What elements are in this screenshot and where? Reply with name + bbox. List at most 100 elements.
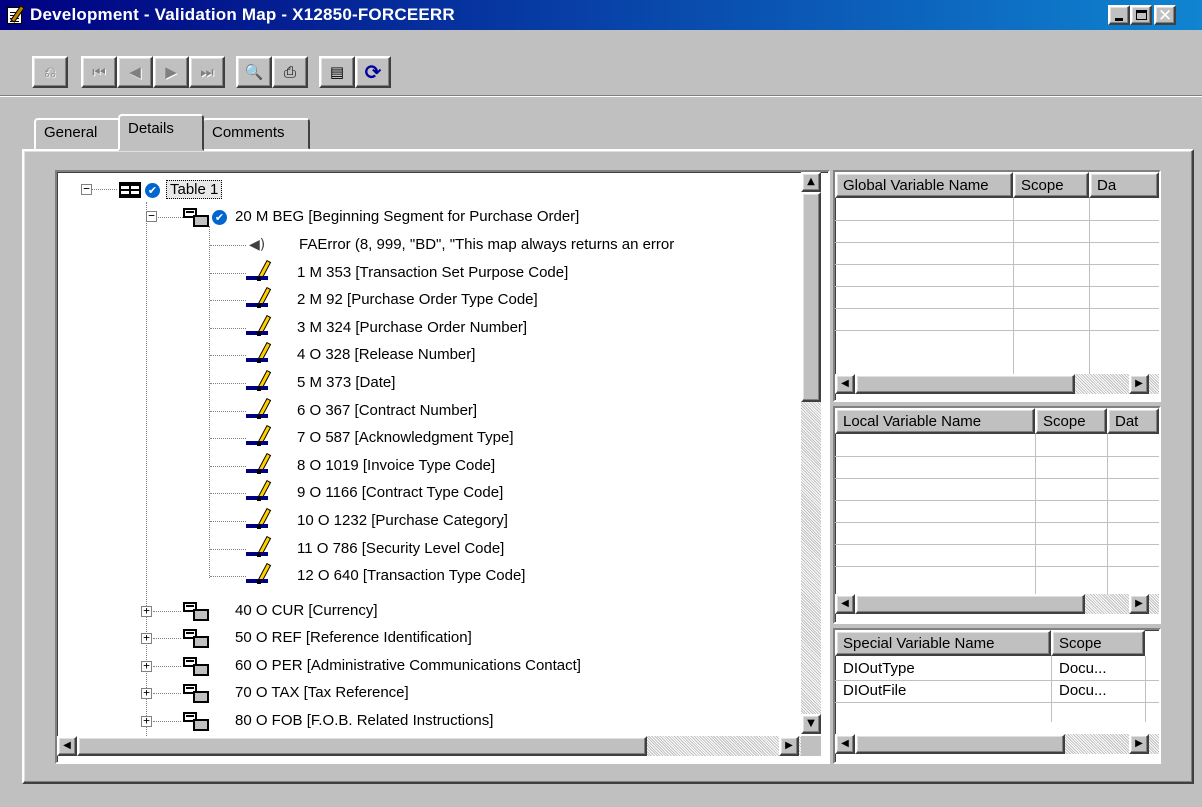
close-button[interactable]: ✕ — [1154, 5, 1176, 26]
tree-segment-label[interactable]: 40 O CUR [Currency] — [235, 602, 378, 619]
tree-connector — [210, 576, 246, 578]
print-preview-button[interactable]: 🔍 — [236, 56, 272, 88]
local-variable-name-header[interactable]: Local Variable Name — [835, 408, 1035, 434]
tree-connector — [153, 720, 181, 722]
next-record-button[interactable]: ▶ — [153, 56, 189, 88]
global-variable-name-header[interactable]: Global Variable Name — [835, 172, 1013, 198]
grid-row-line — [835, 330, 1159, 331]
global-data-type-header[interactable]: Da — [1089, 172, 1159, 198]
tree-vertical-scroll-thumb[interactable] — [801, 192, 821, 402]
tree-element-label[interactable]: 7 O 587 [Acknowledgment Type] — [297, 429, 514, 446]
tab-details[interactable]: Details — [118, 114, 204, 151]
scroll-left-button[interactable]: ◀ — [835, 594, 855, 614]
scroll-left-button[interactable]: ◀ — [835, 734, 855, 754]
collapse-toggle[interactable]: − — [81, 183, 92, 195]
segment-icon — [183, 711, 211, 732]
notes-button[interactable]: ▤ — [319, 56, 355, 88]
tree-element-label[interactable]: 4 O 328 [Release Number] — [297, 346, 475, 363]
refresh-button[interactable]: ⟳ — [355, 56, 391, 88]
element-icon — [246, 342, 276, 364]
tab-comments[interactable]: Comments — [202, 118, 310, 150]
last-record-icon: ⏭ — [200, 63, 214, 81]
local-data-type-header[interactable]: Dat — [1107, 408, 1159, 434]
element-icon — [246, 452, 276, 475]
global-variables-grid[interactable]: Global Variable Name Scope Da ◀ ▶ — [833, 170, 1161, 402]
expand-toggle[interactable]: + — [141, 715, 152, 727]
local-scroll-thumb[interactable] — [855, 594, 1085, 614]
map-tree-view[interactable]: − ✔ Table 1 − ✔ 20 M BEG [Beginning Segm… — [55, 170, 830, 764]
table-icon — [119, 182, 141, 198]
scroll-right-button[interactable]: ▶ — [779, 736, 799, 756]
scroll-left-button[interactable]: ◀ — [57, 736, 77, 756]
print-preview-icon: 🔍 — [244, 63, 264, 81]
expand-toggle[interactable]: + — [141, 632, 152, 645]
scroll-up-button[interactable]: ▲ — [801, 172, 821, 192]
tree-connector — [153, 638, 181, 640]
tree-element-label[interactable]: 5 M 373 [Date] — [297, 374, 395, 391]
element-icon — [246, 480, 276, 502]
special-scope-header[interactable]: Scope — [1051, 630, 1145, 656]
print-icon: ⎙ — [283, 63, 296, 81]
exit-map-button[interactable]: ⎌ — [32, 56, 68, 88]
scroll-down-button[interactable]: ▼ — [801, 714, 821, 734]
special-variable-name-header[interactable]: Special Variable Name — [835, 630, 1051, 656]
scroll-right-button[interactable]: ▶ — [1129, 594, 1149, 614]
tree-connector — [153, 611, 181, 612]
tree-segment-label[interactable]: 80 O FOB [F.O.B. Related Instructions] — [235, 712, 493, 729]
segment-icon — [183, 684, 211, 704]
minimize-icon — [1115, 18, 1123, 21]
tree-element-label[interactable]: 9 O 1166 [Contract Type Code] — [297, 484, 503, 501]
tree-segment-label[interactable]: 50 O REF [Reference Identification] — [235, 629, 472, 646]
tree-element-label[interactable]: 8 O 1019 [Invoice Type Code] — [297, 457, 495, 474]
special-var-scope-cell[interactable]: Docu... — [1053, 682, 1143, 699]
grid-row-line — [835, 286, 1159, 287]
tree-element-label[interactable]: FAError (8, 999, "BD", "This map always … — [299, 236, 674, 253]
segment-icon — [183, 629, 211, 649]
tree-connector — [210, 465, 246, 467]
last-record-button[interactable]: ⏭ — [189, 56, 225, 88]
special-scroll-thumb[interactable] — [855, 734, 1065, 754]
tree-segment-label[interactable]: 60 O PER [Administrative Communications … — [235, 657, 581, 674]
tree-element-label[interactable]: 11 O 786 [Security Level Code] — [297, 540, 504, 557]
print-button[interactable]: ⎙ — [272, 56, 308, 88]
previous-record-button[interactable]: ◀ — [117, 56, 153, 88]
global-scroll-thumb[interactable] — [855, 374, 1075, 394]
tree-horizontal-scroll-thumb[interactable] — [77, 736, 647, 756]
scroll-right-button[interactable]: ▶ — [1129, 374, 1149, 394]
tree-segment-label[interactable]: 70 O TAX [Tax Reference] — [235, 684, 409, 701]
expand-toggle[interactable]: + — [141, 660, 152, 672]
title-bar[interactable]: Development - Validation Map - X12850-FO… — [0, 0, 1202, 30]
tree-element-label[interactable]: 12 O 640 [Transaction Type Code] — [297, 567, 525, 584]
notepad-icon — [6, 5, 26, 25]
special-variables-grid[interactable]: Special Variable Name Scope DIOutType Do… — [833, 628, 1161, 764]
grid-row-line — [835, 478, 1159, 479]
local-scope-header[interactable]: Scope — [1035, 408, 1107, 434]
tree-element-label[interactable]: 2 M 92 [Purchase Order Type Code] — [297, 291, 538, 308]
tree-element-label[interactable]: 1 M 353 [Transaction Set Purpose Code] — [297, 264, 568, 281]
notes-icon: ▤ — [329, 63, 345, 81]
next-record-icon: ▶ — [165, 63, 177, 81]
tree-element-label[interactable]: 6 O 367 [Contract Number] — [297, 402, 477, 419]
special-var-scope-cell[interactable]: Docu... — [1053, 660, 1143, 677]
tree-root-label[interactable]: Table 1 — [166, 180, 223, 199]
minimize-button[interactable] — [1108, 5, 1130, 25]
expand-toggle[interactable]: + — [141, 687, 152, 700]
expand-toggle[interactable]: + — [141, 605, 152, 617]
tree-connector — [210, 548, 246, 550]
tree-element-label[interactable]: 3 M 324 [Purchase Order Number] — [297, 319, 527, 336]
tree-element-label[interactable]: 10 O 1232 [Purchase Category] — [297, 512, 508, 529]
tree-segment-label[interactable]: 20 M BEG [Beginning Segment for Purchase… — [235, 208, 579, 225]
tree-connector — [210, 245, 246, 246]
element-icon — [246, 535, 276, 558]
previous-record-icon: ◀ — [129, 63, 141, 81]
global-scope-header[interactable]: Scope — [1013, 172, 1089, 198]
maximize-button[interactable] — [1130, 5, 1152, 25]
scroll-left-button[interactable]: ◀ — [835, 374, 855, 394]
special-var-name-cell[interactable]: DIOutType — [837, 660, 1047, 677]
local-variables-grid[interactable]: Local Variable Name Scope Dat ◀ ▶ — [833, 406, 1161, 624]
scroll-right-button[interactable]: ▶ — [1129, 734, 1149, 754]
special-var-name-cell[interactable]: DIOutFile — [837, 682, 1047, 699]
tab-general[interactable]: General — [34, 118, 122, 150]
first-record-button[interactable]: ⏮ — [81, 56, 117, 88]
collapse-toggle[interactable]: − — [146, 210, 157, 222]
